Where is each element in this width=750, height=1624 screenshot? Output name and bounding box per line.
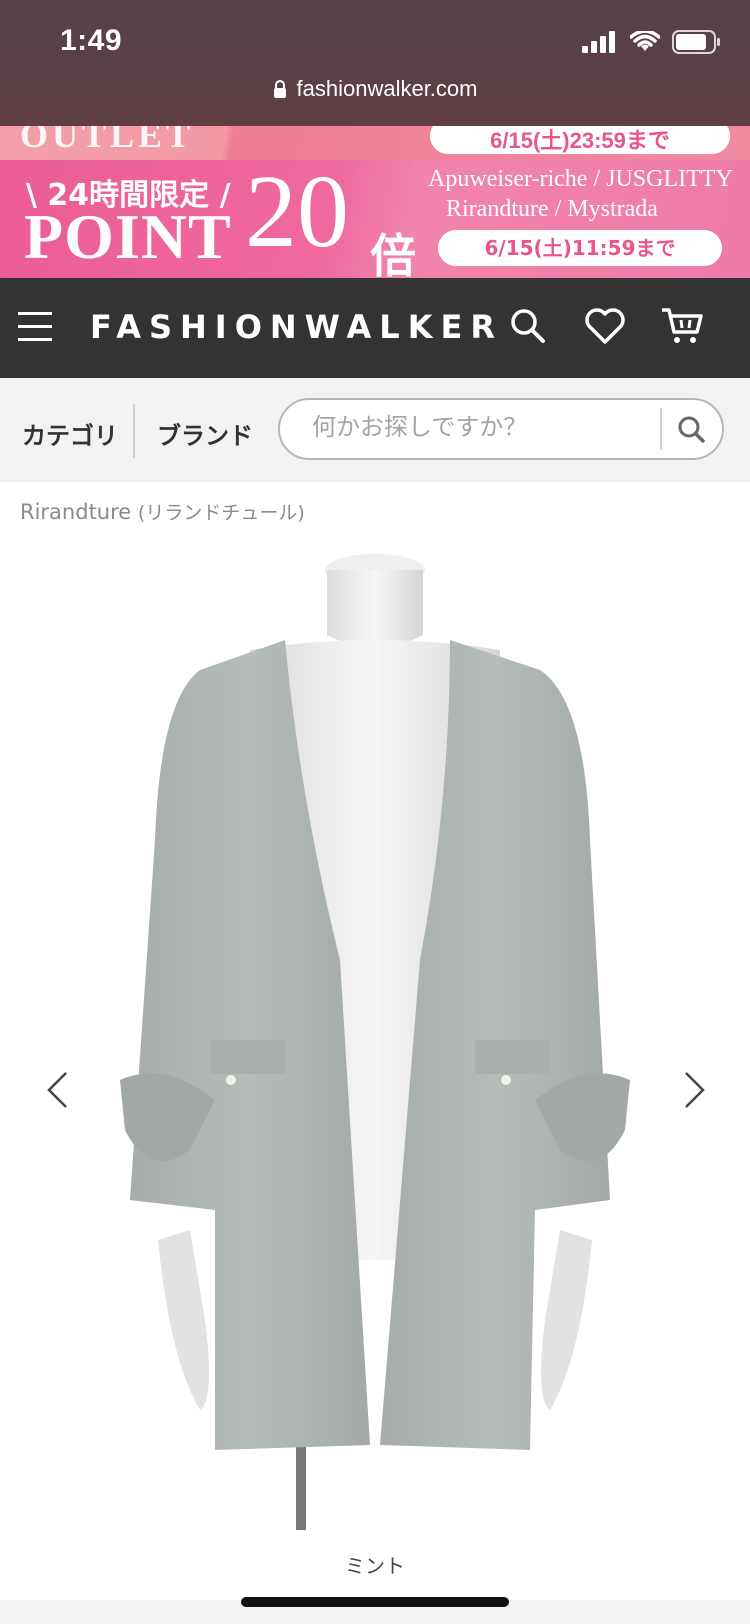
site-header: FASHIONWALKER xyxy=(0,278,750,378)
promo-multiplier: 20 xyxy=(245,154,349,269)
promo-banner[interactable]: OUTLET 6/15(土)23:59まで \ 24時間限定 / POINT 2… xyxy=(0,126,750,278)
browser-top-bar: 1:49 fashionwalker.com xyxy=(0,0,750,126)
search-separator xyxy=(660,408,662,450)
promo-top-text: OUTLET xyxy=(20,126,195,155)
subnav-divider xyxy=(133,404,135,458)
heart-icon[interactable] xyxy=(584,306,626,346)
promo-brands-line1: Apuweiser-riche / JUSGLITTY xyxy=(428,166,733,192)
promo-point-label: POINT xyxy=(24,201,232,272)
chevron-right-icon[interactable] xyxy=(678,1070,708,1110)
promo-brands-line2: Rirandture / Mystrada xyxy=(446,196,658,222)
category-search-bar: カテゴリ ブランド xyxy=(0,378,750,482)
product-image[interactable] xyxy=(0,540,750,1540)
url-bar[interactable]: fashionwalker.com xyxy=(0,76,750,102)
search-box xyxy=(278,398,724,460)
home-indicator[interactable] xyxy=(241,1597,509,1607)
brand-link[interactable]: ブランド xyxy=(157,416,253,451)
menu-icon[interactable] xyxy=(18,312,52,342)
chevron-left-icon[interactable] xyxy=(44,1070,74,1110)
status-icons xyxy=(582,30,720,54)
promo-banner-top-strip: OUTLET 6/15(土)23:59まで xyxy=(0,126,750,160)
promo-deadline: 6/15(土)11:59まで xyxy=(438,230,722,266)
search-submit-icon[interactable] xyxy=(672,410,712,450)
category-link[interactable]: カテゴリ xyxy=(22,416,118,451)
status-time: 1:49 xyxy=(60,24,123,57)
product-brand-kana: (リランドチュール) xyxy=(137,502,305,524)
product-brand[interactable]: Rirandture (リランドチュール) xyxy=(20,498,305,525)
wifi-icon xyxy=(630,31,660,51)
url-text: fashionwalker.com xyxy=(296,76,478,101)
promo-bai: 倍 xyxy=(370,229,416,278)
promo-top-deadline: 6/15(土)23:59まで xyxy=(430,126,730,154)
product-color-label: ミント xyxy=(345,1554,405,1578)
battery-icon xyxy=(672,30,720,54)
product-brand-name: Rirandture xyxy=(20,500,132,524)
search-input[interactable] xyxy=(310,412,634,442)
lock-icon xyxy=(273,80,286,98)
signal-icon xyxy=(582,31,615,53)
site-logo[interactable]: FASHIONWALKER xyxy=(90,308,503,346)
search-icon[interactable] xyxy=(508,306,548,346)
cart-icon[interactable] xyxy=(660,306,704,346)
